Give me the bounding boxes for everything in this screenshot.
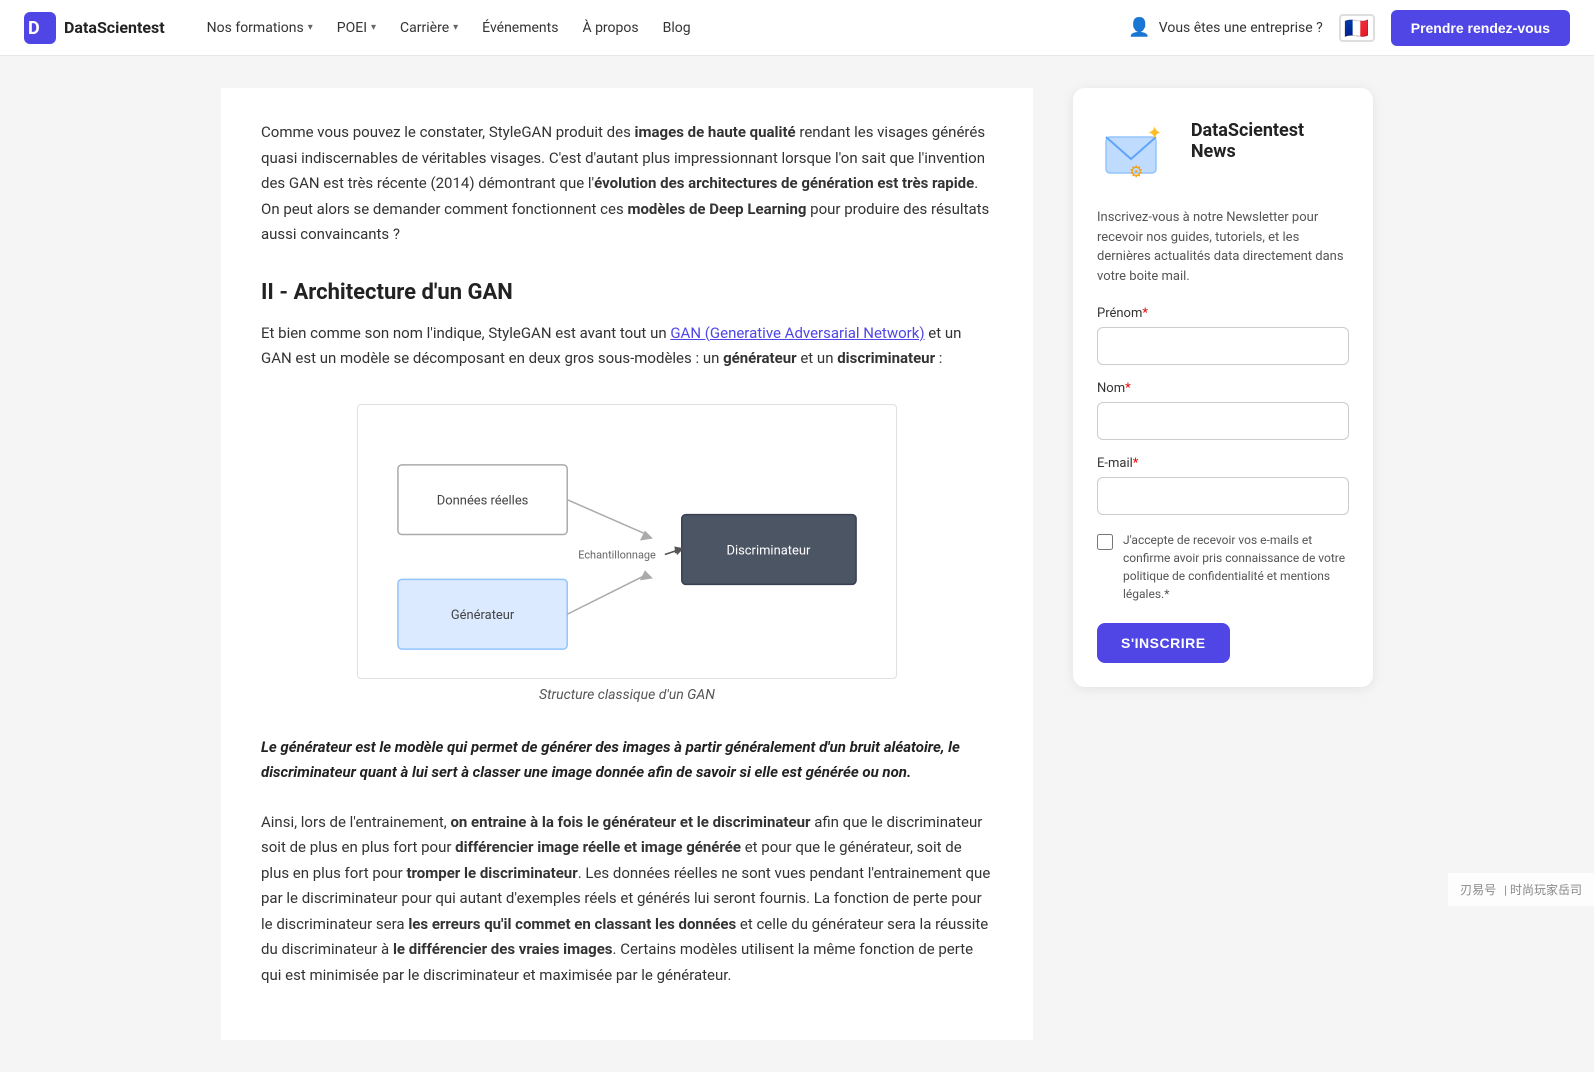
logo-text: DataScientest bbox=[64, 18, 165, 37]
language-flag-button[interactable]: 🇫🇷 bbox=[1339, 14, 1375, 42]
logo-icon: D bbox=[24, 12, 56, 44]
nav-label-apropos: À propos bbox=[582, 20, 638, 36]
enterprise-icon: 👤 bbox=[1128, 17, 1150, 38]
logo-link[interactable]: D DataScientest bbox=[24, 12, 165, 44]
nom-label: Nom* bbox=[1097, 381, 1349, 396]
article-body: Comme vous pouvez le constater, StyleGAN… bbox=[221, 88, 1033, 1040]
prenom-required: * bbox=[1142, 306, 1148, 321]
flag-emoji: 🇫🇷 bbox=[1344, 16, 1369, 40]
gan-diagram-container: Données réelles Générateur Discriminateu… bbox=[357, 404, 897, 703]
para1-text: Comme vous pouvez le constater, StyleGAN… bbox=[261, 123, 635, 141]
watermark-text2: | 时尚玩家岳司 bbox=[1504, 881, 1582, 898]
section2-bold1: générateur bbox=[723, 349, 797, 367]
main-content: Comme vous pouvez le constater, StyleGAN… bbox=[221, 88, 1033, 1040]
email-required: * bbox=[1133, 456, 1139, 471]
svg-text:✦: ✦ bbox=[1147, 123, 1162, 144]
nav-item-evenements[interactable]: Événements bbox=[472, 14, 568, 42]
nav-item-formations[interactable]: Nos formations ▾ bbox=[197, 14, 323, 42]
nav-label-carriere: Carrière bbox=[400, 20, 449, 36]
para3-bold4: les erreurs qu'il commet en classant les… bbox=[408, 915, 736, 933]
generateur-label: Générateur bbox=[451, 608, 515, 623]
discriminateur-label: Discriminateur bbox=[726, 543, 811, 558]
newsletter-title-wrap: DataScientest News bbox=[1191, 112, 1349, 162]
email-input[interactable] bbox=[1097, 477, 1349, 515]
prenom-group: Prénom* bbox=[1097, 306, 1349, 365]
nav-item-carriere[interactable]: Carrière ▾ bbox=[390, 14, 468, 42]
section2-bold2: discriminateur bbox=[837, 349, 935, 367]
chevron-down-icon: ▾ bbox=[453, 22, 458, 33]
consent-checkbox-row: J'accepte de recevoir vos e-mails et con… bbox=[1097, 531, 1349, 603]
page-wrapper: Comme vous pouvez le constater, StyleGAN… bbox=[197, 56, 1397, 1072]
email-group: E-mail* bbox=[1097, 456, 1349, 515]
section2-mid: et un bbox=[797, 349, 838, 367]
sidebar: ✦ ⚙ DataScientest News Inscrivez-vous à … bbox=[1073, 88, 1373, 1040]
para1-bold3: modèles de Deep Learning bbox=[627, 200, 806, 218]
prenom-label: Prénom* bbox=[1097, 306, 1349, 321]
nav-links: Nos formations ▾ POEI ▾ Carrière ▾ Événe… bbox=[197, 14, 1129, 42]
email-label: E-mail* bbox=[1097, 456, 1349, 471]
newsletter-title: DataScientest News bbox=[1191, 120, 1349, 162]
section2-colon: : bbox=[935, 349, 942, 367]
email-label-text: E-mail bbox=[1097, 456, 1133, 471]
newsletter-icon-svg: ✦ ⚙ bbox=[1101, 117, 1171, 187]
diagram-caption: Structure classique d'un GAN bbox=[357, 687, 897, 703]
para3-start: Ainsi, lors de l'entrainement, bbox=[261, 813, 450, 831]
nom-input[interactable] bbox=[1097, 402, 1349, 440]
enterprise-link[interactable]: 👤 Vous êtes une entreprise ? bbox=[1128, 17, 1322, 38]
nom-required: * bbox=[1125, 381, 1131, 396]
submit-button[interactable]: S'INSCRIRE bbox=[1097, 623, 1230, 663]
consent-label: J'accepte de recevoir vos e-mails et con… bbox=[1123, 531, 1349, 603]
para3-bold2: différencier image réelle et image génér… bbox=[455, 838, 741, 856]
enterprise-label: Vous êtes une entreprise ? bbox=[1159, 20, 1323, 36]
para3-bold5: le différencier des vraies images bbox=[393, 940, 613, 958]
watermark-text1: 刃易号 bbox=[1460, 881, 1496, 898]
prenom-label-text: Prénom bbox=[1097, 306, 1142, 321]
para1-bold2: évolution des architectures de génératio… bbox=[594, 174, 974, 192]
prenom-input[interactable] bbox=[1097, 327, 1349, 365]
svg-text:⚙: ⚙ bbox=[1129, 162, 1143, 181]
svg-text:D: D bbox=[28, 18, 40, 39]
nav-label-formations: Nos formations bbox=[207, 20, 304, 36]
newsletter-form: Prénom* Nom* E-mail* bbox=[1097, 306, 1349, 663]
donnees-reelles-label: Données réelles bbox=[437, 493, 529, 508]
para1-bold1: images de haute qualité bbox=[635, 123, 796, 141]
nav-label-blog: Blog bbox=[663, 20, 691, 36]
nom-group: Nom* bbox=[1097, 381, 1349, 440]
nav-right: 👤 Vous êtes une entreprise ? 🇫🇷 Prendre … bbox=[1128, 10, 1570, 46]
navbar: D DataScientest Nos formations ▾ POEI ▾ … bbox=[0, 0, 1594, 56]
consent-required: * bbox=[1164, 587, 1169, 601]
para3-bold1: on entraine à la fois le générateur et l… bbox=[450, 813, 810, 831]
article-para-3: Ainsi, lors de l'entrainement, on entrai… bbox=[261, 810, 993, 989]
article-para-1: Comme vous pouvez le constater, StyleGAN… bbox=[261, 120, 993, 248]
nav-item-poei[interactable]: POEI ▾ bbox=[327, 14, 386, 42]
chevron-down-icon: ▾ bbox=[308, 22, 313, 33]
nom-label-text: Nom bbox=[1097, 381, 1125, 396]
gan-diagram: Données réelles Générateur Discriminateu… bbox=[357, 404, 897, 679]
consent-checkbox[interactable] bbox=[1097, 534, 1113, 550]
section2-heading: II - Architecture d'un GAN bbox=[261, 280, 993, 305]
newsletter-card: ✦ ⚙ DataScientest News Inscrivez-vous à … bbox=[1073, 88, 1373, 687]
gan-link[interactable]: GAN (Generative Adversarial Network) bbox=[670, 324, 924, 342]
chevron-down-icon: ▾ bbox=[371, 22, 376, 33]
article-para-2: Et bien comme son nom l'indique, StyleGA… bbox=[261, 321, 993, 372]
consent-label-text: J'accepte de recevoir vos e-mails et con… bbox=[1123, 533, 1345, 601]
newsletter-desc: Inscrivez-vous à notre Newsletter pour r… bbox=[1097, 208, 1349, 286]
newsletter-card-header: ✦ ⚙ DataScientest News bbox=[1097, 112, 1349, 192]
cta-rendez-vous-button[interactable]: Prendre rendez-vous bbox=[1391, 10, 1570, 46]
echantillonnage-label: Echantillonnage bbox=[578, 548, 656, 561]
nav-item-blog[interactable]: Blog bbox=[653, 14, 701, 42]
watermark: 刃易号 | 时尚玩家岳司 bbox=[1448, 873, 1594, 906]
gan-diagram-svg: Données réelles Générateur Discriminateu… bbox=[378, 425, 876, 654]
nav-label-poei: POEI bbox=[337, 20, 367, 36]
nav-item-apropos[interactable]: À propos bbox=[572, 14, 648, 42]
para3-bold3: tromper le discriminateur bbox=[406, 864, 577, 882]
newsletter-icon-wrap: ✦ ⚙ bbox=[1097, 112, 1175, 192]
section2-intro: Et bien comme son nom l'indique, StyleGA… bbox=[261, 324, 670, 342]
article-blockquote: Le générateur est le modèle qui permet d… bbox=[261, 735, 993, 786]
nav-label-evenements: Événements bbox=[482, 20, 558, 36]
